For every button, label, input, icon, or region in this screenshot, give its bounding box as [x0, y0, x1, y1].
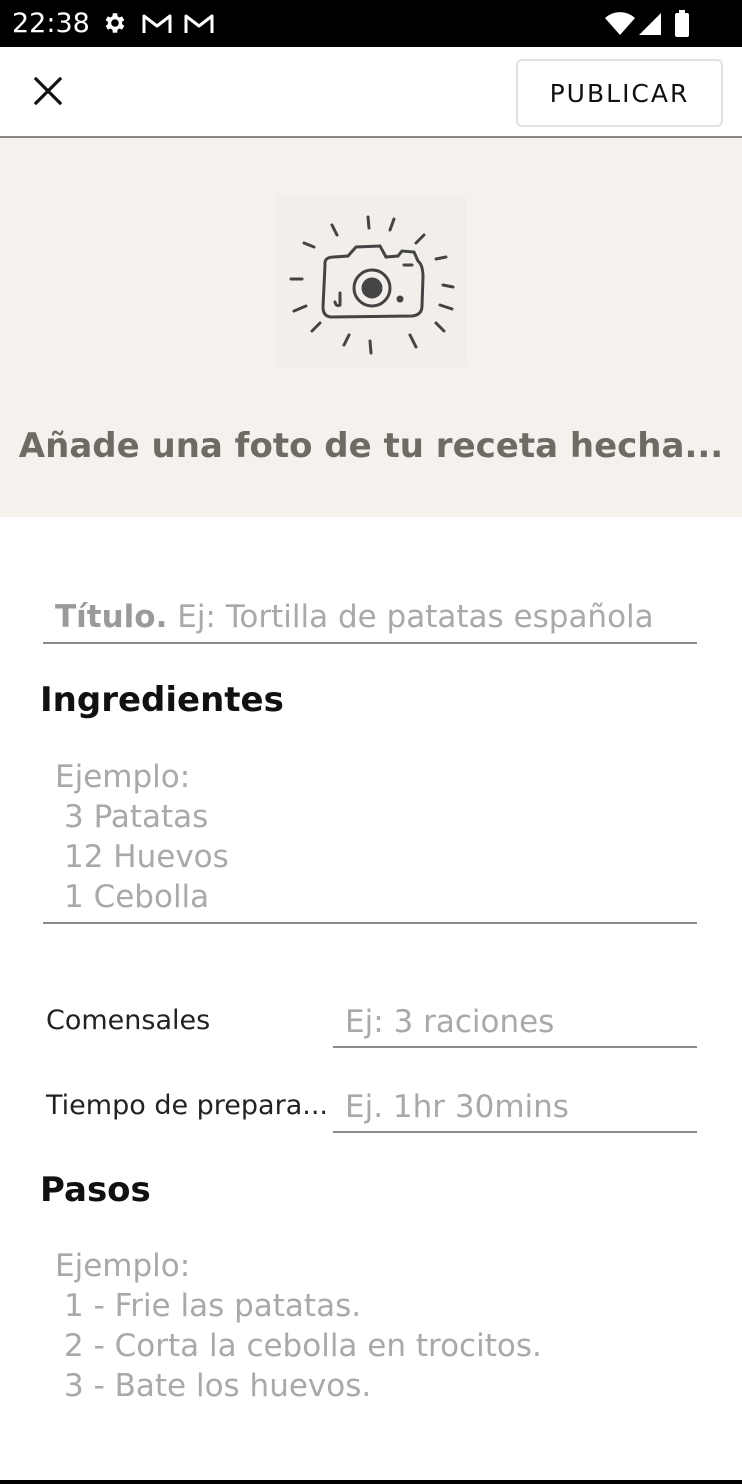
- ingredients-placeholder-line: Ejemplo:: [55, 759, 191, 795]
- prep-time-input[interactable]: Ej. 1hr 30mins: [333, 1083, 697, 1133]
- wifi-icon: [604, 12, 636, 41]
- status-time: 22:38: [12, 8, 90, 39]
- signal-icon: [638, 12, 662, 41]
- status-bar: 22:38: [0, 0, 742, 47]
- camera-illustration: [276, 195, 466, 367]
- ingredients-input[interactable]: Ejemplo: 3 Patatas 12 Huevos 1 Cebolla: [43, 757, 697, 924]
- prep-time-label: Tiempo de prepara...: [46, 1090, 328, 1121]
- app-bar: PUBLICAR: [0, 47, 742, 138]
- add-photo-area[interactable]: Añade una foto de tu receta hecha...: [0, 138, 742, 517]
- navigation-bar-edge: [0, 1480, 742, 1484]
- servings-label: Comensales: [46, 1005, 211, 1036]
- publish-button[interactable]: PUBLICAR: [516, 59, 723, 127]
- settings-icon: [101, 10, 127, 41]
- title-input-placeholder: Ej: Tortilla de patatas española: [167, 599, 654, 635]
- steps-input[interactable]: Ejemplo: 1 - Frie las patatas. 2 - Corta…: [43, 1246, 697, 1406]
- steps-placeholder-line: Ejemplo:: [55, 1248, 191, 1284]
- ingredients-placeholder-line: 1 Cebolla: [64, 879, 210, 915]
- close-button[interactable]: [22, 69, 74, 117]
- battery-icon: [674, 10, 690, 42]
- title-input[interactable]: Título. Ej: Tortilla de patatas española: [43, 590, 697, 644]
- title-input-label: Título.: [55, 599, 168, 635]
- steps-heading: Pasos: [40, 1170, 151, 1210]
- steps-placeholder-line: 1 - Frie las patatas.: [64, 1288, 362, 1324]
- ingredients-heading: Ingredientes: [40, 680, 284, 720]
- ingredients-placeholder-line: 3 Patatas: [64, 799, 209, 835]
- steps-placeholder-line: 3 - Bate los huevos.: [64, 1368, 372, 1404]
- add-photo-label: Añade una foto de tu receta hecha...: [18, 426, 724, 466]
- ingredients-placeholder-line: 12 Huevos: [64, 839, 229, 875]
- close-icon: [33, 76, 63, 111]
- gmail-icon: [184, 13, 214, 40]
- camera-icon: [276, 215, 466, 371]
- gmail-icon: [142, 13, 172, 40]
- steps-placeholder-line: 2 - Corta la cebolla en trocitos.: [64, 1328, 542, 1364]
- servings-input[interactable]: Ej: 3 raciones: [333, 998, 697, 1048]
